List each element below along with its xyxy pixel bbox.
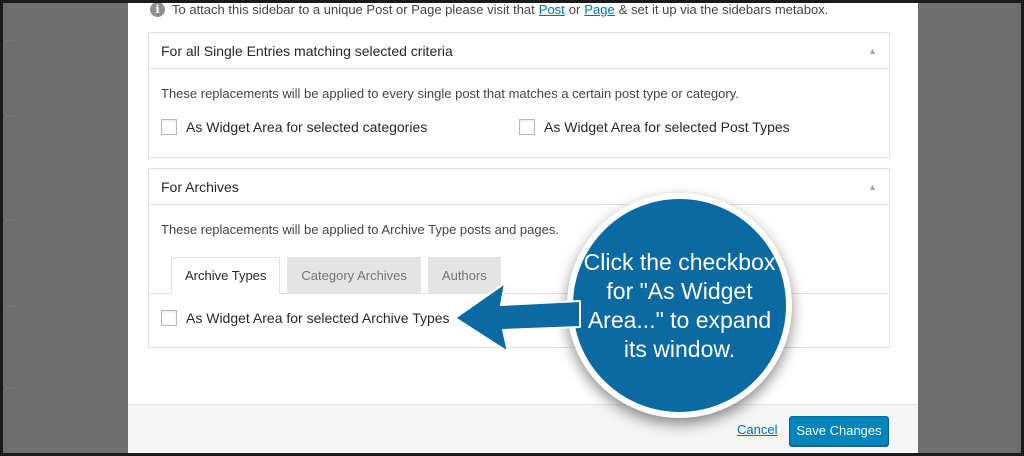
background-text: ... <box>6 380 16 392</box>
notice-suffix: & set it up via the sidebars metabox. <box>618 2 829 17</box>
post-link[interactable]: Post <box>539 2 565 17</box>
collapse-arrow-icon[interactable]: ▲ <box>868 169 877 205</box>
modal-footer: Cancel Save Changes <box>128 404 918 456</box>
info-icon: i <box>150 2 165 17</box>
archive-types-checkbox-row[interactable]: As Widget Area for selected Archive Type… <box>161 310 450 326</box>
cancel-link[interactable]: Cancel <box>737 422 777 437</box>
background-text: ... <box>6 298 16 310</box>
single-entries-description: These replacements will be applied to ev… <box>161 86 739 101</box>
categories-checkbox-label: As Widget Area for selected categories <box>186 119 428 135</box>
tab-category-archives[interactable]: Category Archives <box>287 257 421 294</box>
background-text: ... <box>6 32 16 44</box>
instruction-callout: Click the checkbox for "As Widget Area..… <box>567 193 792 418</box>
archives-header[interactable]: For Archives ▲ <box>149 169 889 205</box>
collapse-arrow-icon[interactable]: ▲ <box>868 33 877 69</box>
post-types-checkbox-label: As Widget Area for selected Post Types <box>544 119 790 135</box>
pointer-arrow-icon <box>454 282 581 353</box>
archives-title: For Archives <box>161 179 239 195</box>
single-entries-header[interactable]: For all Single Entries matching selected… <box>149 33 889 69</box>
page-link[interactable]: Page <box>584 2 614 17</box>
tab-archive-types[interactable]: Archive Types <box>171 257 281 294</box>
single-entries-box: For all Single Entries matching selected… <box>148 32 890 158</box>
archives-description: These replacements will be applied to Ar… <box>161 222 559 237</box>
save-changes-button[interactable]: Save Changes <box>789 416 889 446</box>
sidebar-location-modal: i To attach this sidebar to a unique Pos… <box>128 0 918 456</box>
post-types-checkbox[interactable] <box>519 119 535 135</box>
notice-prefix: To attach this sidebar to a unique Post … <box>172 2 535 17</box>
background-text: ... <box>6 108 16 120</box>
categories-checkbox[interactable] <box>161 119 177 135</box>
post-types-checkbox-row[interactable]: As Widget Area for selected Post Types <box>519 119 790 135</box>
single-entries-title: For all Single Entries matching selected… <box>161 43 453 59</box>
background-text: ... <box>6 212 16 224</box>
categories-checkbox-row[interactable]: As Widget Area for selected categories <box>161 119 427 135</box>
archive-types-checkbox[interactable] <box>161 310 177 326</box>
notice-or: or <box>568 2 581 17</box>
archive-types-checkbox-label: As Widget Area for selected Archive Type… <box>186 310 450 326</box>
callout-text: Click the checkbox for "As Widget Area..… <box>583 248 776 362</box>
notice: i To attach this sidebar to a unique Pos… <box>150 2 828 17</box>
